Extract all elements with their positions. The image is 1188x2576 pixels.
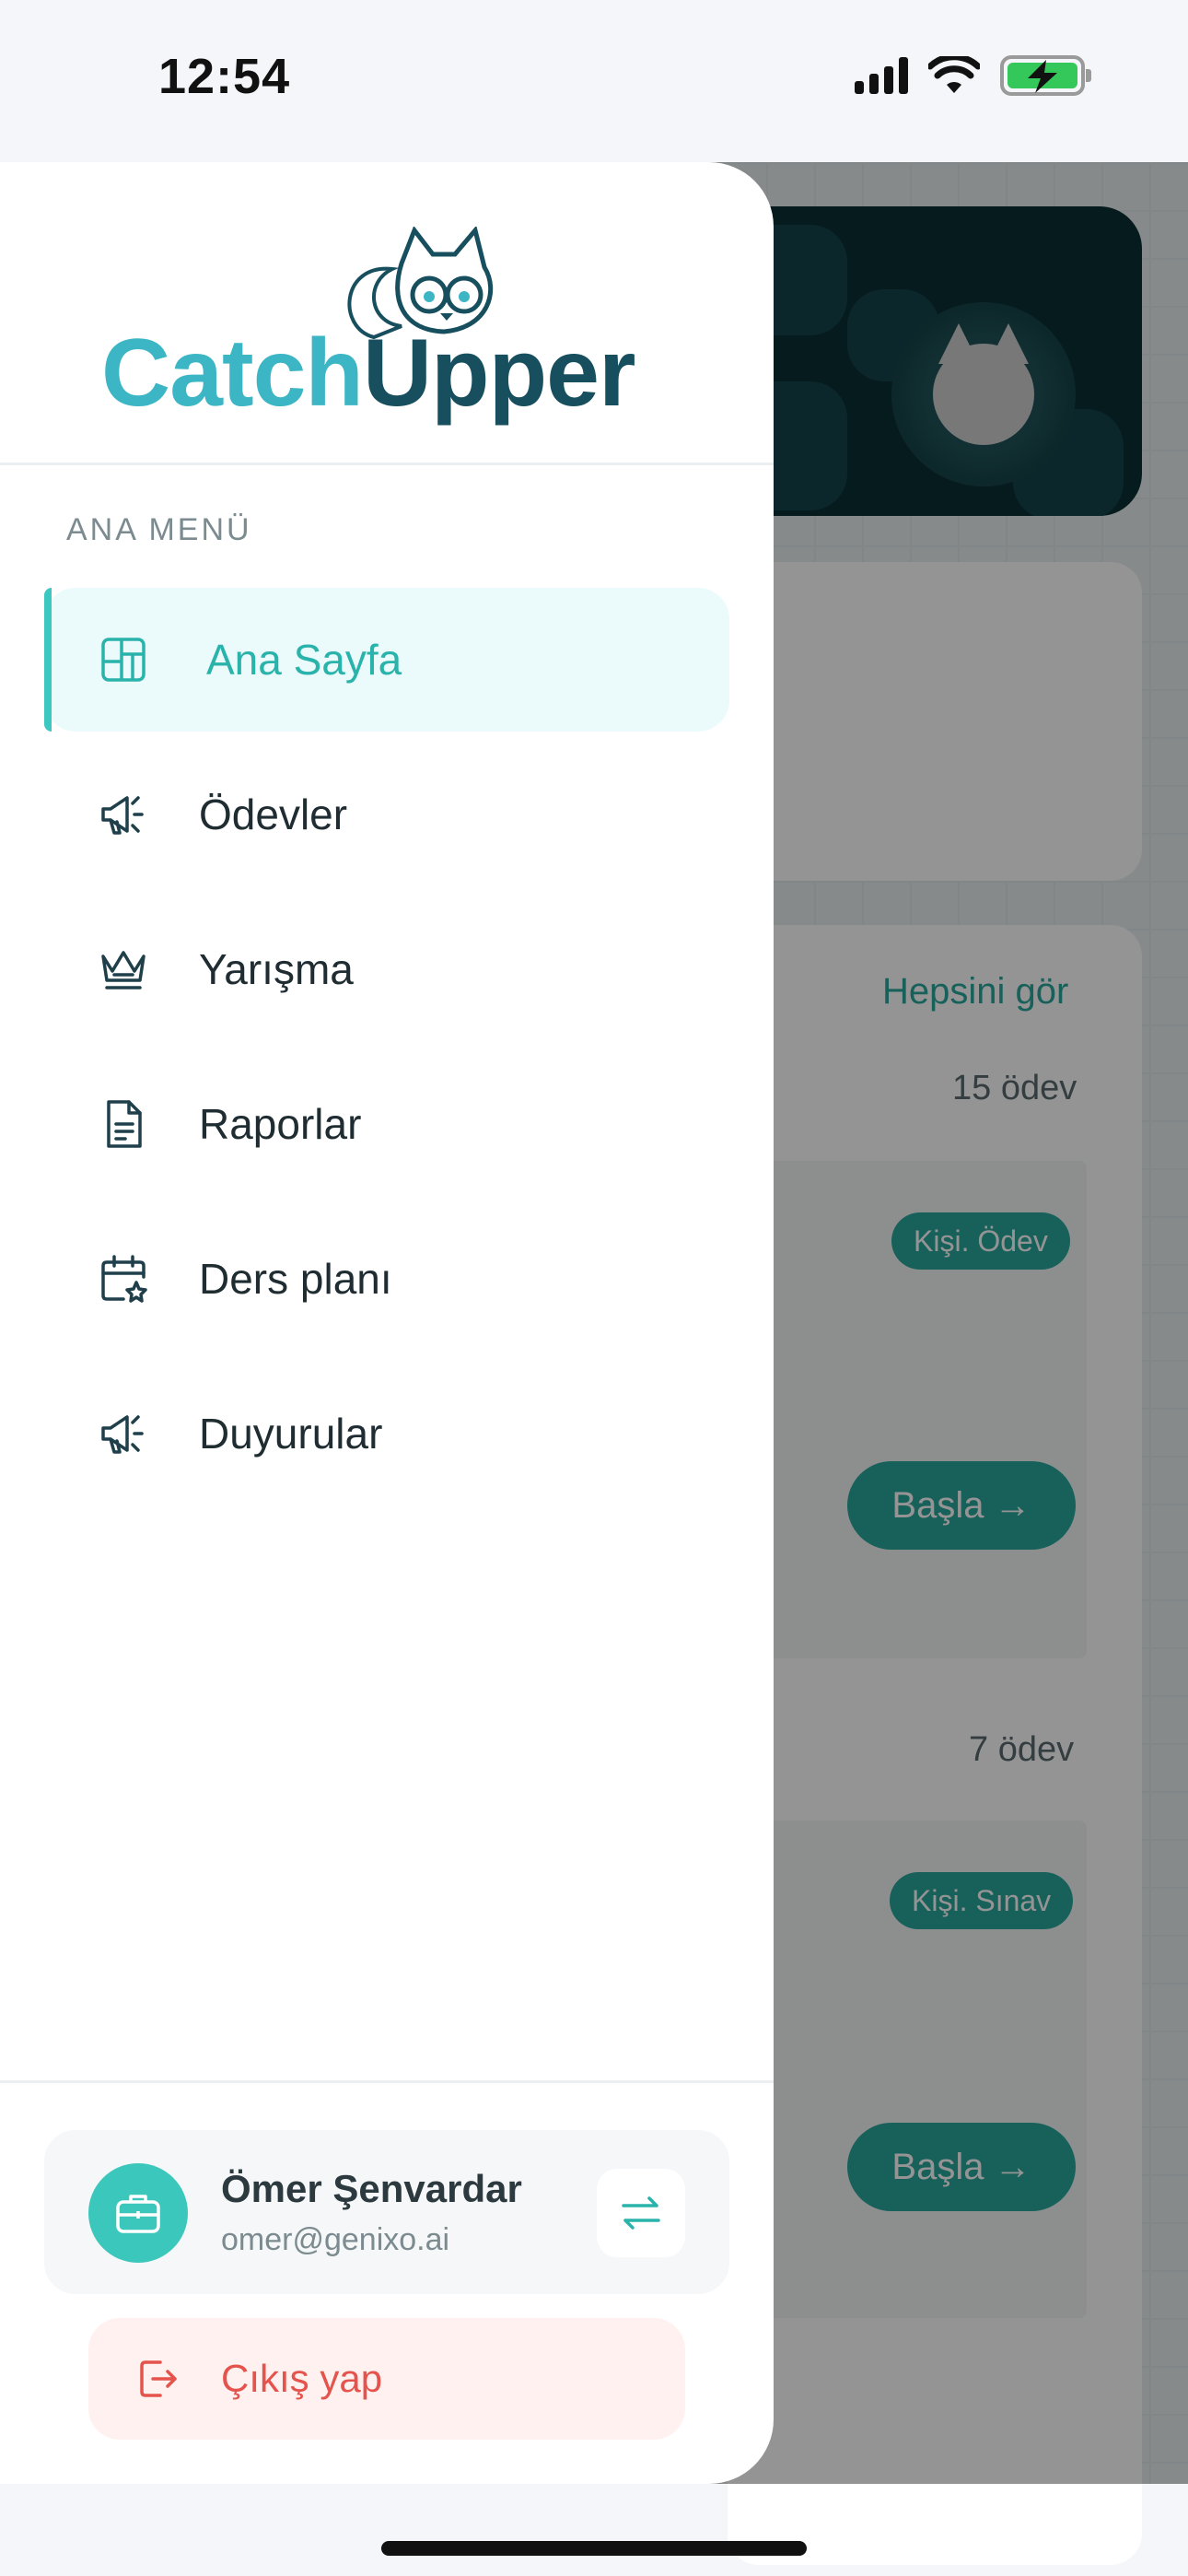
menu-label: Ana Sayfa <box>206 636 402 684</box>
menu-item-announcements[interactable]: Duyurular <box>44 1362 729 1505</box>
menu-label: Raporlar <box>199 1100 362 1148</box>
section-label: ANA MENÜ <box>66 512 252 547</box>
user-profile-card[interactable]: Ömer Şenvardar omer@genixo.ai <box>44 2130 729 2294</box>
menu-item-home[interactable]: Ana Sayfa <box>44 588 729 732</box>
logout-icon <box>140 2360 177 2397</box>
main-menu: Ana Sayfa Ödevler Yarışma Raporlar Ders … <box>44 588 729 1516</box>
menu-label: Ödevler <box>199 790 348 838</box>
menu-label: Yarışma <box>199 945 354 993</box>
menu-item-assignments[interactable]: Ödevler <box>44 743 729 886</box>
logout-label: Çıkış yap <box>221 2357 383 2400</box>
avatar <box>88 2163 188 2263</box>
status-time: 12:54 <box>158 49 291 104</box>
document-icon <box>107 1100 142 1148</box>
megaphone-icon <box>101 1415 144 1454</box>
divider <box>0 2080 774 2083</box>
catchupper-logo: CatchUpper <box>101 227 635 427</box>
crown-icon <box>101 951 146 989</box>
divider <box>0 463 774 465</box>
wifi-icon <box>928 56 980 93</box>
signal-icon <box>855 57 908 94</box>
swap-arrows-icon <box>622 2196 660 2230</box>
dashboard-icon <box>101 638 146 682</box>
menu-label: Duyurular <box>199 1410 383 1458</box>
user-name: Ömer Şenvardar <box>221 2167 522 2210</box>
status-icons <box>855 55 1091 96</box>
status-bar: 12:54 <box>0 0 1188 162</box>
switch-account-button[interactable] <box>597 2169 685 2257</box>
home-indicator[interactable] <box>381 2541 807 2556</box>
calendar-star-icon <box>101 1255 147 1303</box>
briefcase-icon <box>116 2195 160 2233</box>
menu-item-reports[interactable]: Raporlar <box>44 1052 729 1196</box>
logout-button[interactable]: Çıkış yap <box>88 2318 685 2440</box>
logo-wordmark: CatchUpper <box>101 320 635 427</box>
battery-charging-icon <box>1000 55 1091 96</box>
megaphone-icon <box>101 796 144 835</box>
user-email: omer@genixo.ai <box>221 2222 450 2257</box>
menu-item-competition[interactable]: Yarışma <box>44 897 729 1041</box>
navigation-drawer: CatchUpper ANA MENÜ Ana Sayfa Ödevler Ya… <box>0 162 774 2484</box>
menu-item-lesson-plan[interactable]: Ders planı <box>44 1207 729 1351</box>
menu-label: Ders planı <box>199 1255 392 1303</box>
